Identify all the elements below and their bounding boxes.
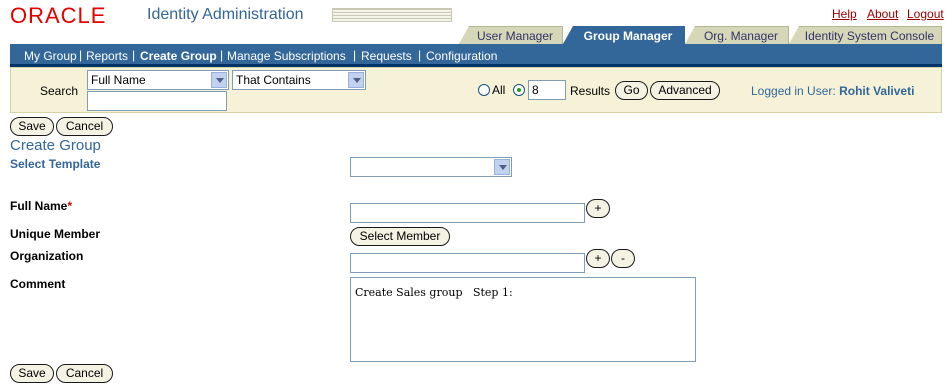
help-link[interactable]: Help xyxy=(832,7,857,21)
subnav-create-group[interactable]: Create Group xyxy=(140,49,217,63)
subnav-separator: | xyxy=(132,48,136,62)
tab-label: Org. Manager xyxy=(703,29,779,43)
tab-label: Group Manager xyxy=(583,29,673,43)
subnav-manage-subscriptions[interactable]: Manage Subscriptions xyxy=(227,49,346,63)
subnav-configuration[interactable]: Configuration xyxy=(426,49,497,63)
tab-org-manager[interactable]: Org. Manager xyxy=(685,26,789,44)
logged-in-user: Logged in User: Rohit Valiveti xyxy=(751,84,914,98)
radio-all[interactable] xyxy=(478,84,490,96)
organization-label: Organization xyxy=(10,249,84,263)
radio-results-count[interactable] xyxy=(513,84,525,96)
tab-user-manager[interactable]: User Manager xyxy=(459,26,563,44)
results-count-input[interactable]: 8 xyxy=(528,80,566,100)
subnav-my-group[interactable]: My Group xyxy=(24,49,77,63)
subnav-requests[interactable]: Requests xyxy=(361,49,412,63)
full-name-input[interactable] xyxy=(350,203,585,223)
tab-label: Identity System Console xyxy=(804,29,935,43)
full-name-add-button[interactable]: + xyxy=(586,199,610,218)
page-title: Create Group xyxy=(10,137,101,154)
chevron-down-icon xyxy=(494,159,510,175)
template-select[interactable] xyxy=(350,157,512,177)
title-decoration xyxy=(332,8,452,22)
search-label: Search xyxy=(40,84,79,98)
logged-in-prefix: Logged in User: xyxy=(751,84,836,98)
subnav-separator: | xyxy=(353,48,357,62)
go-button[interactable]: Go xyxy=(615,81,648,100)
select-template-label: Select Template xyxy=(10,157,101,171)
select-value: Full Name xyxy=(91,73,146,87)
organization-remove-button[interactable]: - xyxy=(611,249,635,268)
subnav-separator: | xyxy=(418,48,422,62)
logout-link[interactable]: Logout xyxy=(907,7,944,21)
full-name-label-text: Full Name xyxy=(10,199,68,213)
chevron-down-icon xyxy=(211,72,227,88)
cancel-button-top[interactable]: Cancel xyxy=(56,117,113,136)
organization-add-button[interactable]: + xyxy=(586,249,610,268)
comment-label: Comment xyxy=(10,277,66,291)
select-value: That Contains xyxy=(236,73,311,87)
oracle-logo: ORACLE xyxy=(10,3,107,28)
about-link[interactable]: About xyxy=(867,7,898,21)
tab-identity-system-console[interactable]: Identity System Console xyxy=(789,26,942,44)
select-member-button[interactable]: Select Member xyxy=(350,227,450,246)
search-query-input[interactable] xyxy=(87,91,227,111)
subnav-reports[interactable]: Reports xyxy=(86,49,128,63)
unique-member-label: Unique Member xyxy=(10,227,101,241)
search-attribute-select[interactable]: Full Name xyxy=(87,70,229,90)
tab-label: User Manager xyxy=(476,29,554,43)
logged-in-username: Rohit Valiveti xyxy=(839,84,915,98)
search-condition-select[interactable]: That Contains xyxy=(232,70,366,90)
results-label: Results xyxy=(570,84,611,98)
comment-textarea[interactable]: Create Sales group Step 1: xyxy=(350,277,696,362)
chevron-down-icon xyxy=(348,72,364,88)
full-name-label: Full Name* xyxy=(10,199,72,213)
app-title: Identity Administration xyxy=(147,6,304,23)
advanced-search-button[interactable]: Advanced xyxy=(650,81,720,100)
tab-group-manager[interactable]: Group Manager xyxy=(563,26,685,44)
save-button-bottom[interactable]: Save xyxy=(10,364,54,383)
save-button-top[interactable]: Save xyxy=(10,117,54,136)
required-marker: * xyxy=(67,199,73,213)
cancel-button-bottom[interactable]: Cancel xyxy=(56,364,113,383)
subnav-separator: | xyxy=(79,48,83,62)
radio-all-label: All xyxy=(492,83,506,97)
organization-input[interactable] xyxy=(350,253,585,273)
subnav-separator: | xyxy=(220,48,224,62)
